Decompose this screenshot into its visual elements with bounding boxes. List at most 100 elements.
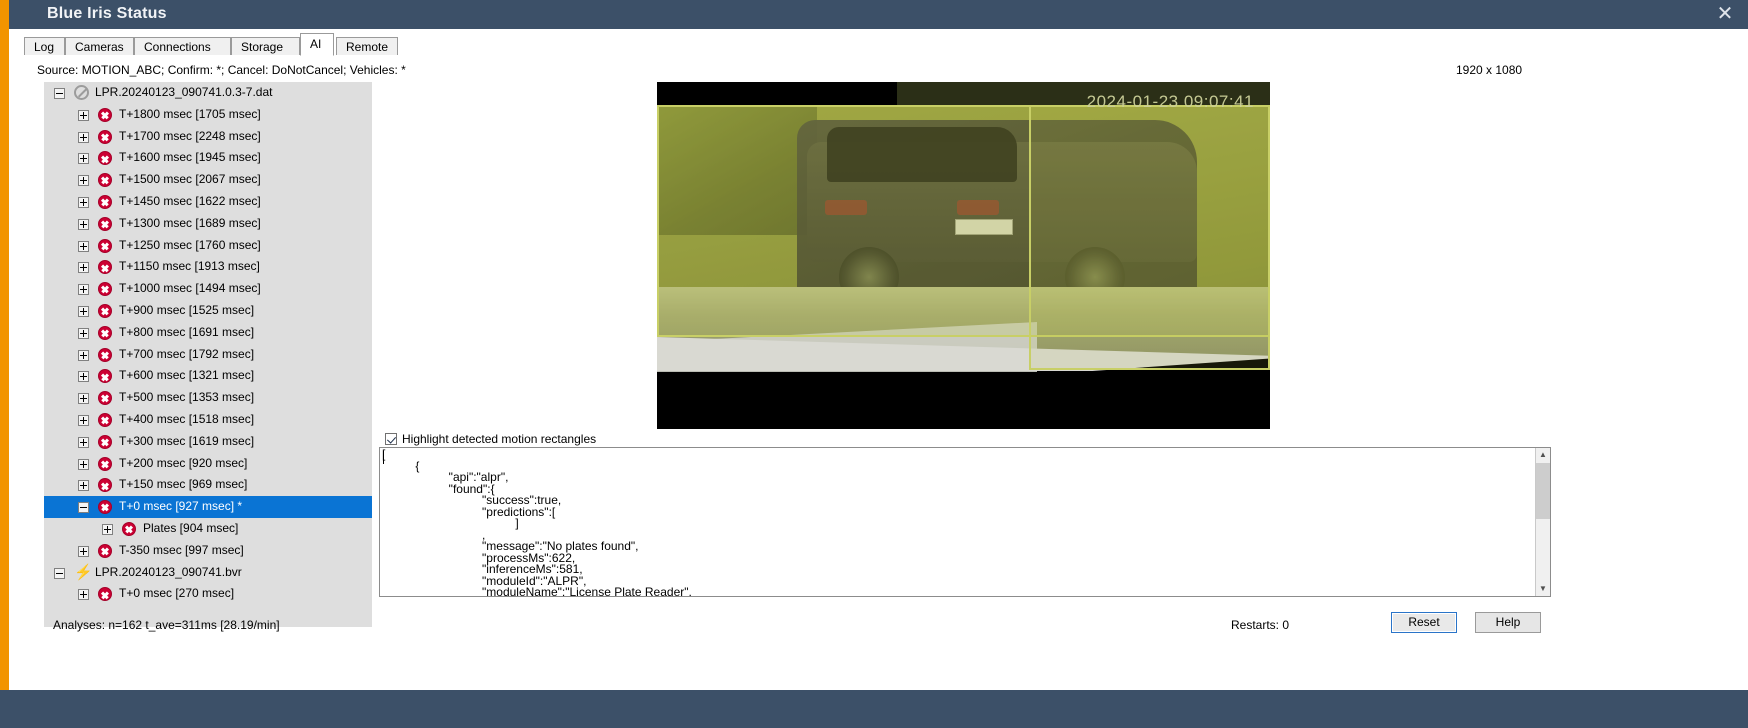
ai-response-json-box[interactable]: [ { "api":"alpr", "found":{ "success":tr… (379, 447, 1551, 597)
tree-row[interactable]: T+1500 msec [2067 msec] (44, 169, 372, 191)
tree-row[interactable]: T+900 msec [1525 msec] (44, 300, 372, 322)
tab-connections[interactable]: Connections (134, 37, 231, 55)
expand-icon[interactable] (78, 262, 89, 274)
tree-row[interactable]: T+400 msec [1518 msec] (44, 409, 372, 431)
tree-row[interactable]: T+150 msec [969 msec] (44, 474, 372, 496)
error-icon (98, 347, 112, 362)
video-timestamp-overlay: 2024-01-23 09:07:41 (1086, 92, 1254, 111)
tab-ai[interactable]: AI (300, 33, 334, 56)
expand-icon[interactable] (78, 414, 89, 426)
motion-rectangle-secondary (1029, 105, 1270, 370)
expand-icon[interactable] (78, 175, 89, 187)
bottom-status-bar (9, 690, 1748, 728)
tree-row-label: LPR.20240123_090741.0.3-7.dat (95, 85, 273, 99)
expand-icon[interactable] (78, 240, 89, 252)
tab-log[interactable]: Log (24, 37, 65, 55)
expand-icon[interactable] (78, 153, 89, 165)
error-icon (98, 238, 112, 253)
expand-icon[interactable] (78, 436, 89, 448)
tree-row[interactable]: Plates [904 msec] (44, 518, 372, 540)
error-icon (98, 282, 112, 297)
scrollbar-thumb[interactable] (1536, 463, 1550, 519)
tree-row[interactable]: T+800 msec [1691 msec] (44, 322, 372, 344)
tree-row[interactable]: T+600 msec [1321 msec] (44, 365, 372, 387)
window-title: Blue Iris Status (47, 5, 167, 22)
tree-row[interactable]: T+1600 msec [1945 msec] (44, 147, 372, 169)
expand-icon[interactable] (78, 305, 89, 317)
tree-row-label: T+1000 msec [1494 msec] (119, 281, 261, 296)
tree-row[interactable]: LPR.20240123_090741.0.3-7.dat (44, 82, 372, 104)
expand-icon[interactable] (78, 284, 89, 296)
reset-button[interactable]: Reset (1391, 612, 1457, 633)
tree-row[interactable]: T-350 msec [997 msec] (44, 540, 372, 562)
expand-icon[interactable] (78, 218, 89, 230)
checkbox-icon[interactable] (385, 433, 397, 445)
tree-row-label: T+500 msec [1353 msec] (119, 390, 255, 405)
scroll-up-icon[interactable]: ▲ (1536, 448, 1550, 462)
tree-row[interactable]: T+200 msec [920 msec] (44, 453, 372, 475)
expand-icon[interactable] (78, 458, 89, 470)
expand-icon[interactable] (78, 589, 89, 601)
left-accent-strip (0, 0, 9, 728)
resolution-label: 1920 x 1080 (1456, 63, 1523, 77)
tree-row[interactable]: T+1700 msec [2248 msec] (44, 126, 372, 148)
tree-row-label: T+1800 msec [1705 msec] (119, 106, 261, 121)
error-icon (98, 369, 112, 384)
tree-row[interactable]: T+1800 msec [1705 msec] (44, 104, 372, 126)
video-preview[interactable]: 2024-01-23 09:07:41 (657, 82, 1270, 429)
tree-row-label: T+800 msec [1691 msec] (119, 324, 255, 339)
tree-row-label: T+1700 msec [2248 msec] (119, 128, 261, 143)
close-icon[interactable]: ✕ (1712, 3, 1738, 27)
tab-cameras[interactable]: Cameras (65, 37, 134, 55)
expand-icon[interactable] (78, 371, 89, 383)
tree-row-label: LPR.20240123_090741.bvr (95, 564, 242, 579)
tree-row[interactable]: T+1250 msec [1760 msec] (44, 235, 372, 257)
ban-icon (74, 85, 89, 100)
tree-row[interactable]: T+1000 msec [1494 msec] (44, 278, 372, 300)
tree-row[interactable]: T+700 msec [1792 msec] (44, 344, 372, 366)
error-icon (98, 303, 112, 318)
blue-iris-status-window: Blue Iris Status ✕ Log Cameras Connections… (0, 0, 1748, 728)
tree-row[interactable]: T+1300 msec [1689 msec] (44, 213, 372, 235)
expand-icon[interactable] (78, 545, 89, 557)
tab-strip: Log Cameras Connections Storage AI Remote (24, 33, 1724, 56)
expand-icon[interactable] (78, 109, 89, 121)
expand-icon[interactable] (78, 196, 89, 208)
tree-row-selected[interactable]: T+0 msec [927 msec] * (44, 496, 372, 518)
help-button[interactable]: Help (1475, 612, 1541, 633)
restarts-stats: Restarts: 0 (1231, 618, 1290, 632)
tab-storage[interactable]: Storage (231, 37, 300, 55)
tree-row[interactable]: T+500 msec [1353 msec] (44, 387, 372, 409)
tree-row-label: T+1250 msec [1760 msec] (119, 237, 261, 252)
expand-icon[interactable] (78, 327, 89, 339)
json-scrollbar[interactable]: ▲ ▼ (1535, 448, 1550, 596)
expand-icon[interactable] (78, 480, 89, 492)
error-icon (98, 543, 112, 558)
tree-row-label: T+1450 msec [1622 msec] (119, 193, 261, 208)
tab-remote[interactable]: Remote (336, 37, 398, 55)
expand-icon[interactable] (78, 349, 89, 361)
tree-row[interactable]: T+0 msec [270 msec] (44, 583, 372, 605)
expand-icon[interactable] (78, 393, 89, 405)
tree-row-label: T+700 msec [1792 msec] (119, 346, 255, 361)
error-icon (98, 456, 112, 471)
error-icon (98, 391, 112, 406)
expand-icon[interactable] (78, 131, 89, 143)
error-icon (98, 500, 112, 515)
tree-row-label: T+900 msec [1525 msec] (119, 302, 255, 317)
analysis-tree[interactable]: LPR.20240123_090741.0.3-7.dat T+1800 msec… (44, 82, 372, 627)
collapse-icon[interactable] (54, 88, 65, 99)
tree-row-label: Plates [904 msec] (143, 520, 239, 535)
error-icon (98, 587, 112, 602)
bolt-icon: ⚡ (74, 563, 93, 581)
tree-row[interactable]: T+1150 msec [1913 msec] (44, 256, 372, 278)
collapse-icon[interactable] (54, 567, 65, 579)
tree-row[interactable]: T+300 msec [1619 msec] (44, 431, 372, 453)
collapse-icon[interactable] (78, 502, 89, 514)
expand-icon[interactable] (102, 523, 113, 535)
left-accent-strip-bottom (0, 690, 9, 728)
tree-row-label: T+1600 msec [1945 msec] (119, 150, 261, 165)
tree-row[interactable]: ⚡ LPR.20240123_090741.bvr (44, 562, 372, 584)
tree-row[interactable]: T+1450 msec [1622 msec] (44, 191, 372, 213)
scroll-down-icon[interactable]: ▼ (1536, 582, 1550, 596)
